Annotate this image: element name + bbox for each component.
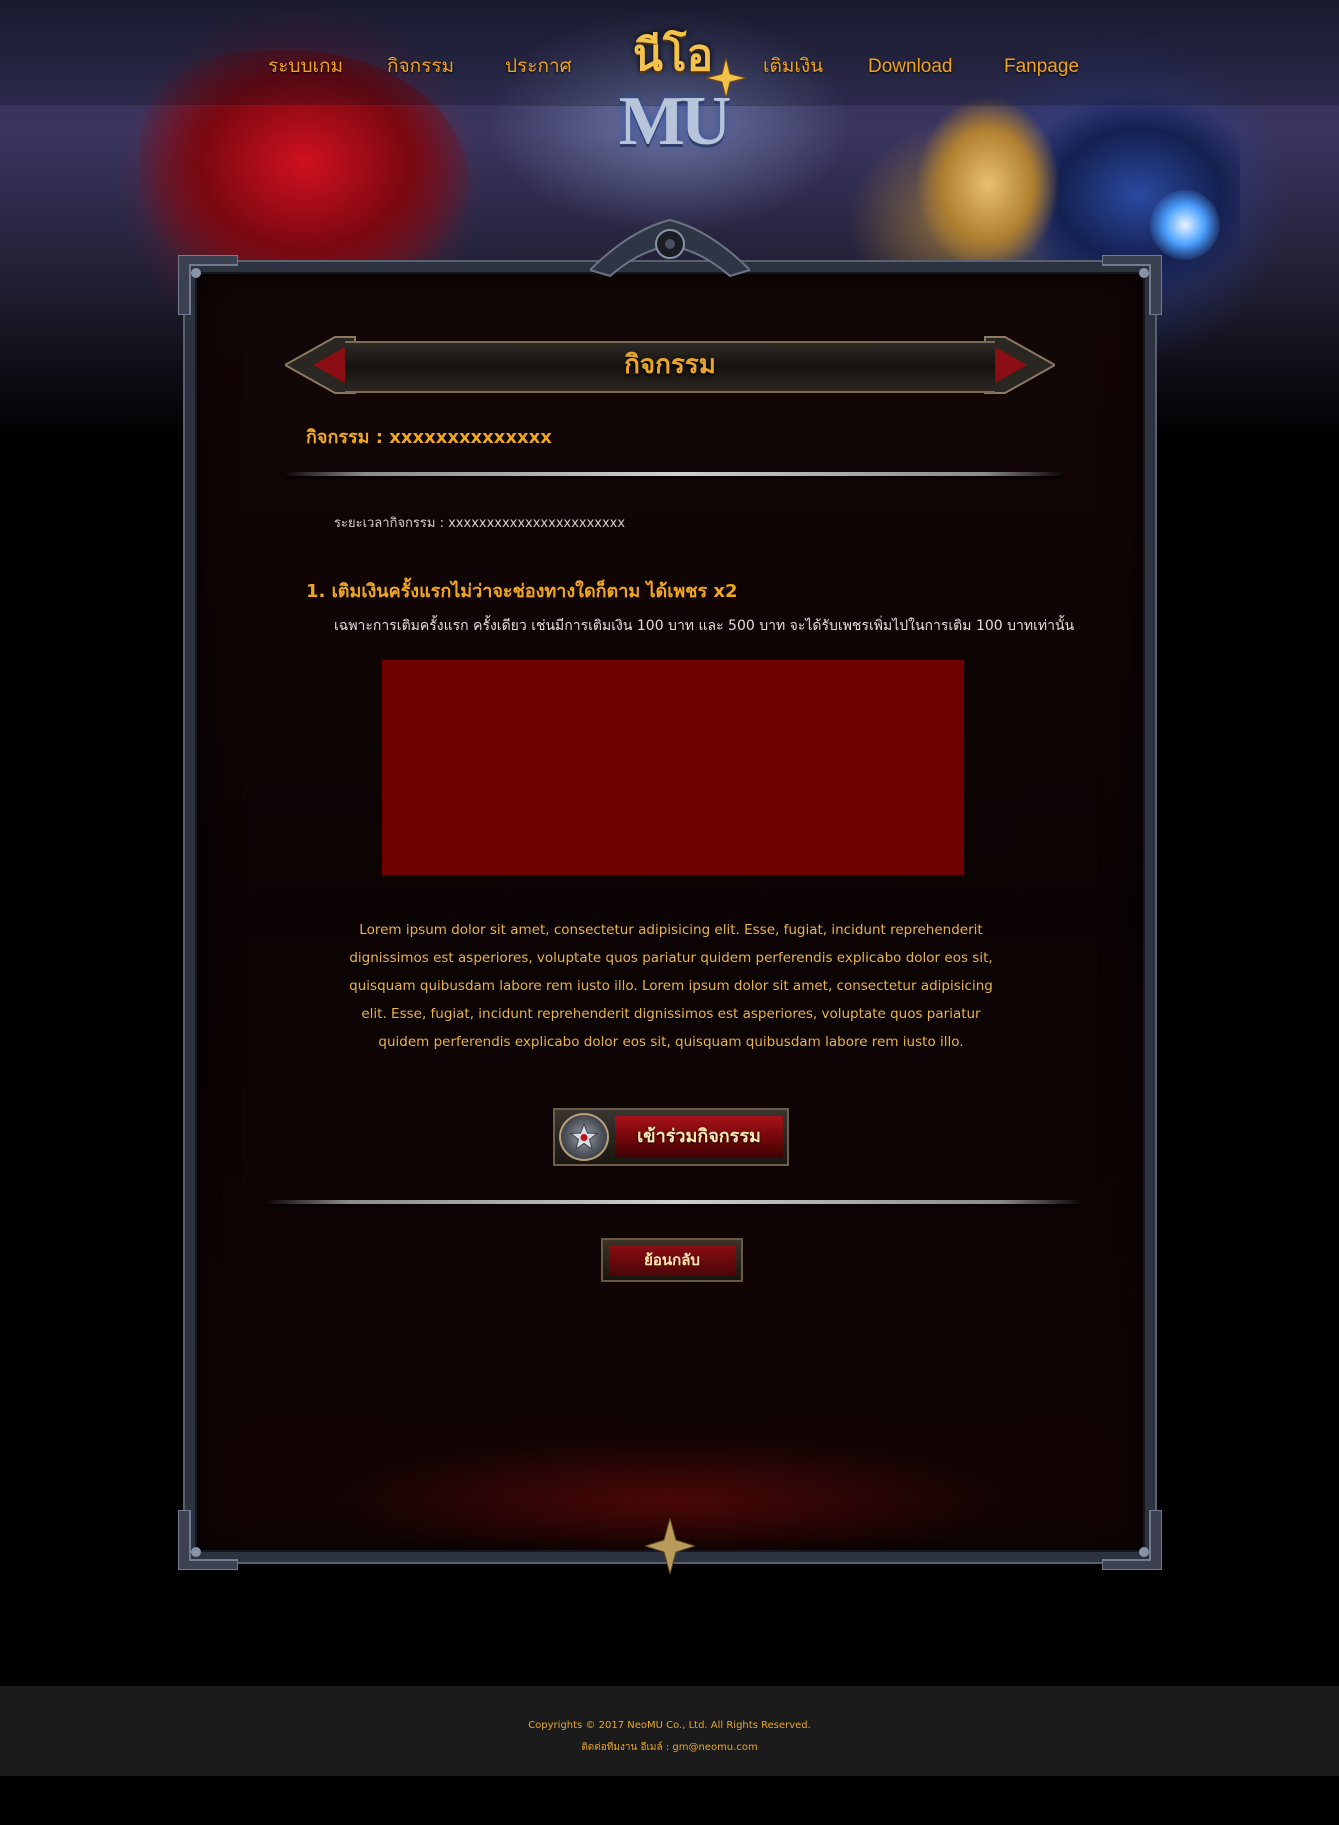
back-button[interactable]: ย้อนกลับ [601, 1238, 743, 1282]
content-frame [185, 262, 1155, 1562]
nav-game-system[interactable]: ระบบเกม [268, 52, 343, 82]
event-body-text: Lorem ipsum dolor sit amet, consectetur … [349, 922, 993, 1050]
event-item-title: 1. เติมเงินครั้งแรกไม่ว่าจะช่องทางใดก็ตา… [306, 581, 738, 602]
event-heading: กิจกรรม : xxxxxxxxxxxxxx [306, 427, 552, 448]
nav-download[interactable]: Download [868, 52, 953, 82]
logo-star-icon [706, 58, 746, 98]
bottom-ornament-icon [645, 1518, 695, 1574]
corner-ornament-icon [1102, 1510, 1162, 1570]
nav-fanpage[interactable]: Fanpage [1004, 52, 1079, 82]
page-title: กิจกรรม [624, 350, 716, 380]
divider-top [286, 472, 1062, 476]
corner-ornament-icon [178, 255, 238, 315]
event-image-placeholder [382, 660, 964, 875]
nav-announcements[interactable]: ประกาศ [505, 52, 572, 82]
event-period: ระยะเวลากิจกรรม : xxxxxxxxxxxxxxxxxxxxxx… [334, 516, 626, 531]
join-event-button[interactable]: เข้าร่วมกิจกรรม [553, 1108, 789, 1166]
corner-ornament-icon [178, 1510, 238, 1570]
footer-contact: ติดต่อทีมงาน อีเมล์ : gm@neomu.com [581, 1742, 758, 1753]
back-button-label: ย้อนกลับ [644, 1251, 700, 1269]
title-banner: กิจกรรม [285, 333, 1055, 397]
frame-crest-icon [590, 218, 750, 278]
magic-orb-art [1150, 190, 1220, 260]
site-logo[interactable]: นีโอ MU [588, 30, 758, 180]
divider-bottom [266, 1200, 1082, 1204]
nav-topup[interactable]: เติมเงิน [763, 52, 823, 82]
join-button-emblem [559, 1113, 609, 1161]
corner-ornament-icon [1102, 255, 1162, 315]
join-button-label: เข้าร่วมกิจกรรม [637, 1126, 761, 1147]
nav-events[interactable]: กิจกรรม [387, 52, 454, 82]
footer-copyright: Copyrights © 2017 NeoMU Co., Ltd. All Ri… [528, 1720, 811, 1731]
event-item-description: เฉพาะการเติมครั้งแรก ครั้งเดียว เช่นมีกา… [334, 618, 1075, 634]
footer: Copyrights © 2017 NeoMU Co., Ltd. All Ri… [0, 1686, 1339, 1776]
star-emblem-icon [570, 1123, 598, 1151]
